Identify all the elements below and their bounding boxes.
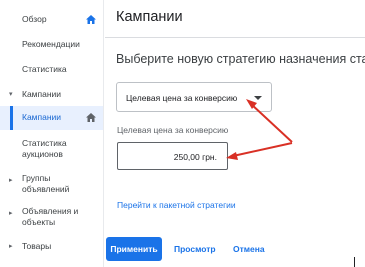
page-header: Кампании (105, 0, 365, 38)
section-heading: Выберите новую стратегию назначения став… (116, 52, 365, 66)
sidebar-item-label: Объявления и объекты (22, 206, 79, 227)
sidebar-item-label: Рекомендации (22, 39, 80, 49)
sidebar-item-label: Товары (22, 241, 52, 251)
caret-down-icon: ▾ (9, 91, 13, 98)
sidebar-item-label: Обзор (22, 14, 47, 24)
sidebar-nav: Обзор Рекомендации Статистика ▾ Кампании… (0, 0, 104, 267)
sidebar-item-campaigns[interactable]: Кампании (0, 106, 103, 130)
portfolio-strategy-link[interactable]: Перейти к пакетной стратегии (117, 200, 236, 210)
bid-strategy-select[interactable]: Целевая цена за конверсию (116, 82, 272, 112)
bid-strategy-panel: Выберите новую стратегию назначения став… (105, 39, 365, 267)
bid-strategy-value: Целевая цена за конверсию (126, 93, 238, 103)
sidebar-item-ads-assets[interactable]: ▸ Объявления и объекты (0, 206, 103, 230)
text-cursor (354, 257, 355, 267)
caret-right-icon: ▸ (9, 210, 13, 217)
page-title: Кампании (116, 9, 183, 25)
sidebar-item-products[interactable]: ▸ Товары (0, 240, 103, 254)
sidebar-item-label: Статистика аукционов (22, 138, 67, 159)
home-icon (86, 113, 96, 122)
sidebar-item-overview[interactable]: Обзор (0, 13, 103, 27)
preview-button[interactable]: Просмотр (174, 237, 216, 261)
caret-right-icon: ▸ (9, 177, 13, 184)
target-cpa-input[interactable]: 250,00 грн. (117, 142, 228, 170)
home-icon (86, 15, 96, 24)
sidebar-item-statistics[interactable]: Статистика (0, 63, 103, 77)
caret-right-icon: ▸ (9, 243, 13, 250)
sidebar-item-campaigns-group[interactable]: ▾ Кампании (0, 88, 103, 102)
sidebar-item-auction-insights[interactable]: Статистика аукционов (0, 138, 103, 162)
target-cpa-label: Целевая цена за конверсию (117, 125, 229, 135)
sidebar-item-label: Кампании (22, 89, 62, 99)
sidebar-item-label: Группы объявлений (22, 173, 70, 194)
sidebar-item-label: Кампании (22, 112, 62, 122)
dropdown-arrow-icon (254, 96, 262, 100)
sidebar-item-ad-groups[interactable]: ▸ Группы объявлений (0, 173, 103, 197)
sidebar-item-label: Статистика (22, 64, 67, 74)
apply-button[interactable]: Применить (106, 237, 162, 261)
cancel-button[interactable]: Отмена (233, 237, 265, 261)
sidebar-item-recommendations[interactable]: Рекомендации (0, 38, 103, 52)
target-cpa-value: 250,00 грн. (173, 152, 217, 162)
